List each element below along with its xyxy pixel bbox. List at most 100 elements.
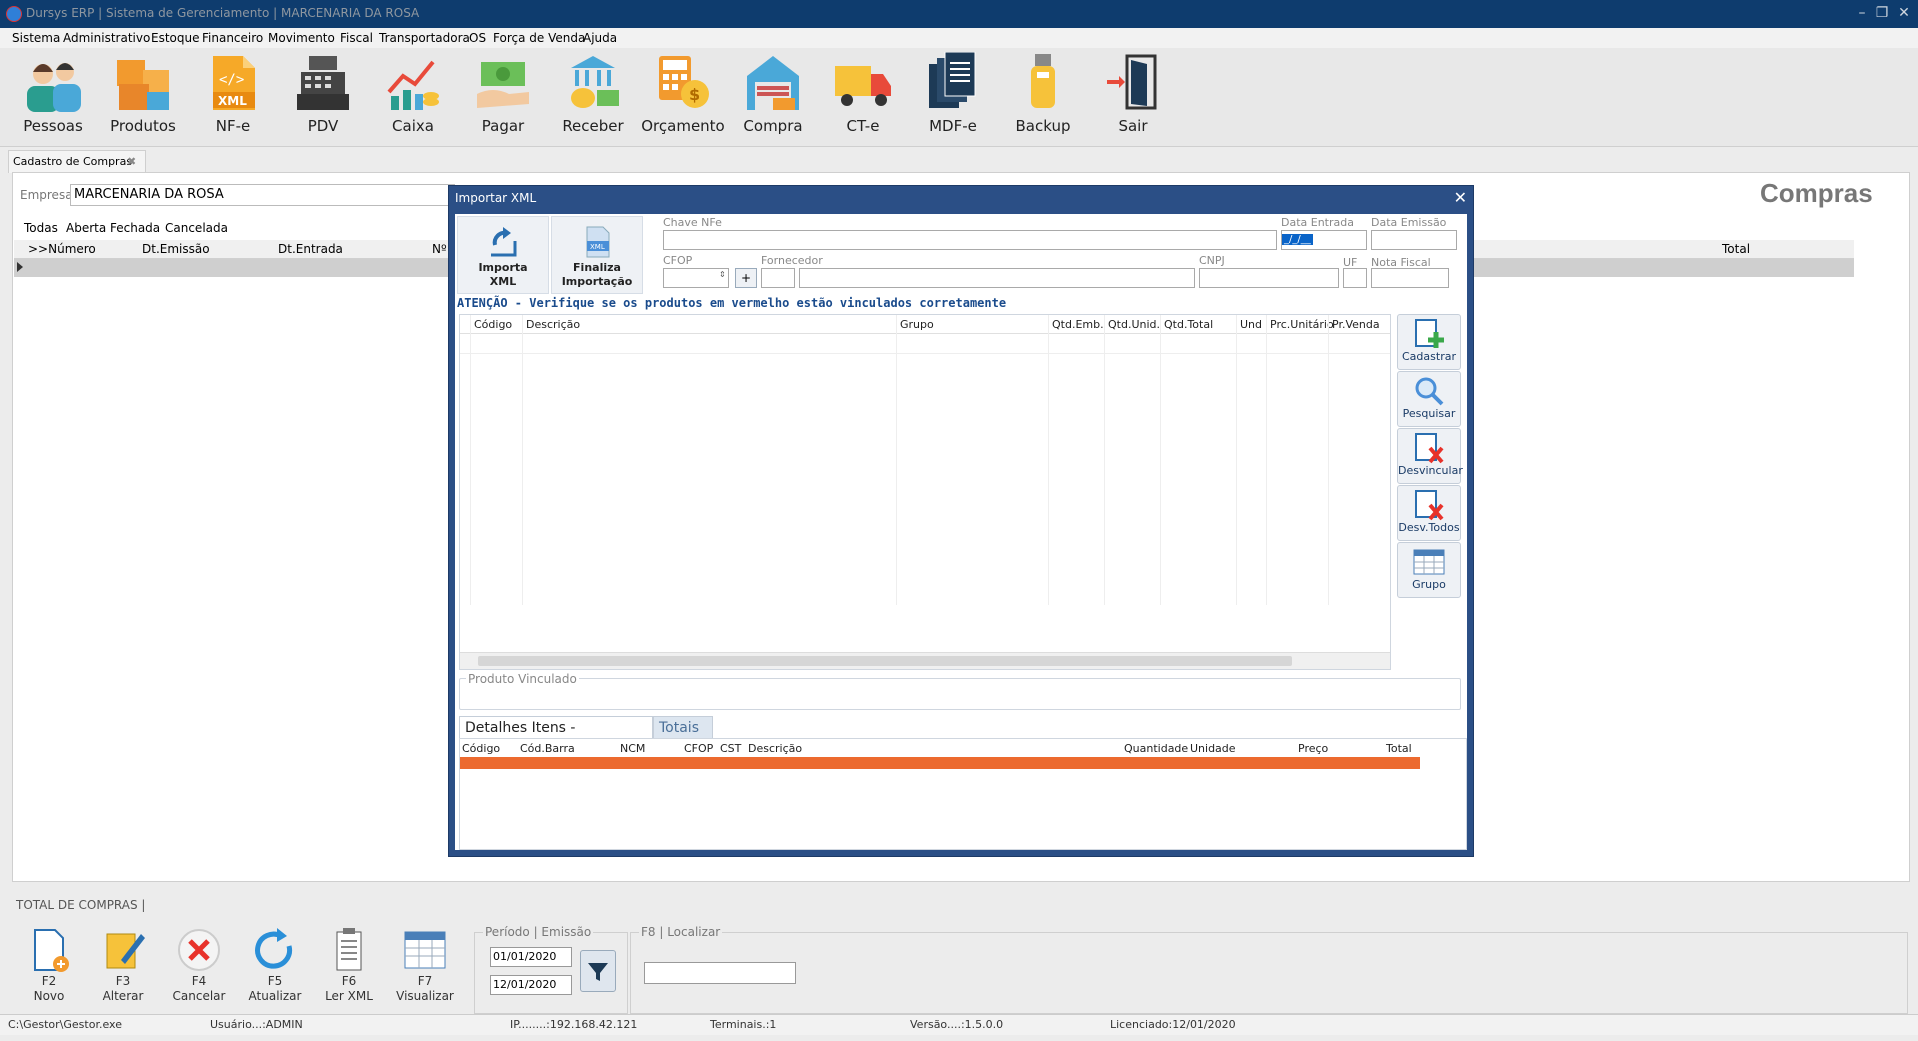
menu-sistema[interactable]: Sistema: [12, 31, 60, 45]
filter-tab-aberta[interactable]: Aberta: [66, 221, 106, 235]
toolbar-pagar-button[interactable]: Pagar: [458, 52, 548, 144]
col-qtd-unid[interactable]: Qtd.Unid.: [1108, 318, 1160, 331]
toolbar-pessoas-button[interactable]: Pessoas: [8, 52, 98, 144]
warning-message: ATENÇÃO - Verifique se os produtos em ve…: [457, 296, 1007, 310]
col-total[interactable]: Total: [1722, 242, 1750, 256]
menu-fiscal[interactable]: Fiscal: [340, 31, 373, 45]
view-table-icon: [401, 926, 449, 974]
pesquisar-button[interactable]: Pesquisar: [1397, 371, 1461, 427]
col-qtd-emb[interactable]: Qtd.Emb.: [1052, 318, 1104, 331]
pay-money-icon: [473, 52, 533, 114]
col-qtd-total[interactable]: Qtd.Total: [1164, 318, 1213, 331]
cash-register-icon: [293, 52, 353, 114]
det-col-total[interactable]: Total: [1386, 742, 1412, 755]
menu-movimento[interactable]: Movimento: [268, 31, 335, 45]
det-col-codigo[interactable]: Código: [462, 742, 500, 755]
close-window-icon[interactable]: ✕: [1894, 3, 1914, 23]
toolbar-receber-button[interactable]: Receber: [548, 52, 638, 144]
det-col-quantidade[interactable]: Quantidade: [1124, 742, 1188, 755]
filter-tab-fechada[interactable]: Fechada: [110, 221, 160, 235]
toolbar-compra-button[interactable]: Compra: [728, 52, 818, 144]
col-pr-venda[interactable]: Pr.Venda: [1332, 318, 1380, 331]
cnpj-input[interactable]: [1199, 268, 1339, 288]
col-dt-entrada[interactable]: Dt.Entrada: [278, 242, 343, 256]
col-numero[interactable]: >>Número: [28, 242, 96, 256]
toolbar-produtos-button[interactable]: Produtos: [98, 52, 188, 144]
atualizar-button[interactable]: F5 Atualizar: [240, 926, 310, 1004]
det-col-cfop[interactable]: CFOP: [684, 742, 713, 755]
novo-button[interactable]: F2 Novo: [14, 926, 84, 1004]
empresa-label: Empresa:: [20, 188, 77, 202]
menu-financeiro[interactable]: Financeiro: [202, 31, 263, 45]
dialog-close-icon[interactable]: ✕: [1454, 188, 1467, 207]
periodo-start-field[interactable]: 01/01/2020: [490, 947, 572, 967]
det-col-unidade[interactable]: Unidade: [1190, 742, 1236, 755]
minimize-icon[interactable]: –: [1852, 3, 1872, 23]
empresa-field[interactable]: MARCENARIA DA ROSA: [70, 184, 455, 206]
menu-forca-de-venda[interactable]: Força de Venda: [493, 31, 585, 45]
col-dt-emissao[interactable]: Dt.Emissão: [142, 242, 210, 256]
selected-detail-row[interactable]: [460, 757, 1420, 769]
cadastrar-button[interactable]: Cadastrar: [1397, 314, 1461, 370]
col-codigo[interactable]: Código: [474, 318, 512, 331]
visualizar-button[interactable]: F7 Visualizar: [390, 926, 460, 1004]
menu-os[interactable]: OS: [469, 31, 486, 45]
col-grupo[interactable]: Grupo: [900, 318, 934, 331]
menu-administrativo[interactable]: Administrativo: [63, 31, 150, 45]
menu-estoque[interactable]: Estoque: [151, 31, 200, 45]
close-tab-icon[interactable]: ✖: [127, 155, 136, 168]
toolbar-nfe-label: NF-e: [215, 117, 251, 135]
det-col-cst[interactable]: CST: [720, 742, 741, 755]
alterar-button[interactable]: F3 Alterar: [88, 926, 158, 1004]
tab-cadastro-de-compras[interactable]: Cadastro de Compras ✖: [8, 150, 146, 173]
chave-nfe-input[interactable]: [663, 230, 1277, 250]
items-grid[interactable]: Código Descrição Grupo Qtd.Emb. Qtd.Unid…: [459, 314, 1391, 670]
det-col-ncm[interactable]: NCM: [620, 742, 645, 755]
localizar-input[interactable]: [644, 962, 796, 984]
scrollbar-thumb[interactable]: [478, 656, 1292, 666]
fornecedor-code-input[interactable]: [761, 268, 795, 288]
filter-tab-todas[interactable]: Todas: [24, 221, 58, 235]
toolbar-orcamento-button[interactable]: $ Orçamento: [638, 52, 728, 144]
toolbar-mdfe-button[interactable]: MDF-e: [908, 51, 998, 144]
detalhes-grid[interactable]: Código Cód.Barra NCM CFOP CST Descrição …: [459, 738, 1467, 850]
maximize-icon[interactable]: ❐: [1872, 3, 1892, 23]
ler-xml-button[interactable]: F6 Ler XML: [314, 926, 384, 1004]
toolbar-pdv-button[interactable]: PDV: [278, 52, 368, 144]
grupo-button[interactable]: Grupo: [1397, 542, 1461, 598]
toolbar-caixa-button[interactable]: Caixa: [368, 52, 458, 144]
tab-detalhes-itens[interactable]: Detalhes Itens - Fornecedor: [459, 716, 653, 758]
periodo-end-field[interactable]: 12/01/2020: [490, 975, 572, 995]
det-col-cod-barra[interactable]: Cód.Barra: [520, 742, 575, 755]
cancelar-button[interactable]: F4 Cancelar: [164, 926, 234, 1004]
menu-ajuda[interactable]: Ajuda: [583, 31, 617, 45]
desv-todos-button[interactable]: Desv.Todos: [1397, 485, 1461, 541]
col-prc-unitario[interactable]: Prc.Unitário: [1270, 318, 1334, 331]
items-horizontal-scrollbar[interactable]: [460, 652, 1390, 669]
toolbar-backup-button[interactable]: Backup: [998, 52, 1088, 144]
col-n[interactable]: Nº: [432, 242, 447, 256]
toolbar-nfe-button[interactable]: </> XML NF-e: [188, 52, 278, 144]
tab-totais[interactable]: Totais: [653, 716, 713, 739]
nota-fiscal-input[interactable]: [1371, 268, 1449, 288]
filter-tab-cancelada[interactable]: Cancelada: [165, 221, 228, 235]
add-cfop-button[interactable]: +: [735, 268, 757, 288]
desvincular-button[interactable]: Desvincular: [1397, 428, 1463, 484]
col-descricao[interactable]: Descrição: [526, 318, 580, 331]
det-col-descricao[interactable]: Descrição: [748, 742, 802, 755]
col-und[interactable]: Und: [1240, 318, 1262, 331]
toolbar-cte-button[interactable]: CT-e: [818, 52, 908, 144]
uf-input[interactable]: [1343, 268, 1367, 288]
filter-button[interactable]: [580, 950, 616, 992]
finaliza-importacao-button[interactable]: XML Finaliza Importação: [551, 216, 643, 294]
toolbar-sair-button[interactable]: Sair: [1088, 52, 1178, 144]
det-col-preco[interactable]: Preço: [1298, 742, 1328, 755]
data-entrada-input[interactable]: _/_/__: [1281, 230, 1367, 250]
periodo-caption: Período | Emissão: [483, 925, 594, 939]
cfop-spinner-icon[interactable]: ⇕: [719, 270, 726, 279]
data-emissao-input[interactable]: [1371, 230, 1457, 250]
tab-label: Cadastro de Compras: [13, 155, 133, 168]
importa-xml-button[interactable]: Importa XML: [457, 216, 549, 294]
fornecedor-name-input[interactable]: [799, 268, 1195, 288]
menu-transportadora[interactable]: Transportadora: [379, 31, 470, 45]
